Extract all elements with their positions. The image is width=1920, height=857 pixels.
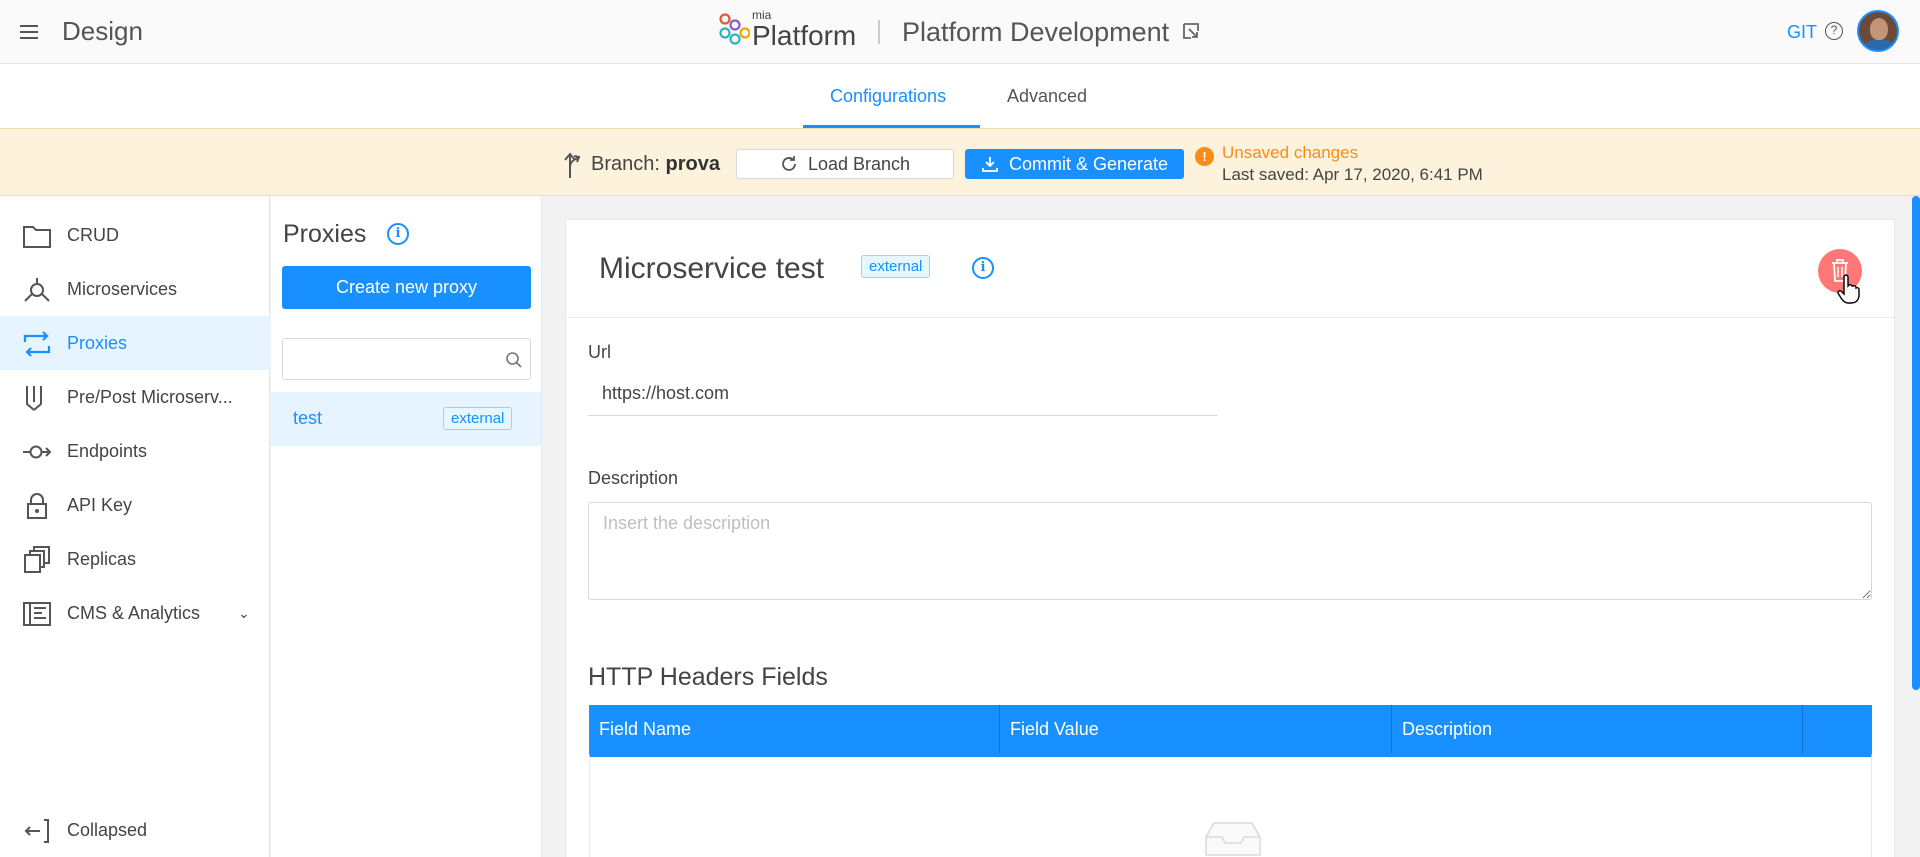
collapse-icon <box>24 819 49 843</box>
branch-label: Branch: prova <box>591 153 720 176</box>
sidebar-item-label: Pre/Post Microserv... <box>67 386 233 407</box>
branch-icon <box>564 152 581 178</box>
warning-icon: ! <box>1195 147 1214 166</box>
logo-text: Platform <box>752 20 857 51</box>
proxy-list-item[interactable]: test external <box>271 392 541 446</box>
column-description: Description <box>1392 705 1803 753</box>
hamburger-menu-icon[interactable] <box>20 20 40 44</box>
commit-generate-label: Commit & Generate <box>1008 153 1169 174</box>
sidebar-item-cms-analytics[interactable]: CMS & Analytics ⌄ <box>0 586 270 640</box>
sidebar: CRUD Microservices Proxies Pre/Post Micr… <box>0 196 270 857</box>
git-link[interactable]: GIT <box>1787 22 1817 43</box>
proxies-panel: Proxies i Create new proxy test external <box>271 196 542 857</box>
tab-configurations[interactable]: Configurations <box>830 86 946 107</box>
replicas-icon <box>24 546 50 573</box>
page-scrollbar[interactable] <box>1912 196 1920 690</box>
proxy-detail-tag: external <box>861 255 931 278</box>
proxies-title: Proxies <box>283 220 367 248</box>
tab-advanced[interactable]: Advanced <box>1007 86 1087 107</box>
avatar[interactable] <box>1857 10 1899 52</box>
branch-prefix: Branch: <box>591 153 660 175</box>
folder-icon <box>23 226 51 248</box>
hand-cursor-icon <box>1837 274 1860 304</box>
info-icon[interactable]: i <box>387 223 409 245</box>
sidebar-item-label: Microservices <box>67 278 178 299</box>
sidebar-item-pre-post[interactable]: Pre/Post Microserv... <box>0 370 270 424</box>
column-field-name: Field Name <box>589 705 1000 753</box>
empty-inbox-icon <box>1205 822 1261 856</box>
load-branch-label: Load Branch <box>807 153 911 174</box>
logo-hexagons-icon <box>719 13 750 45</box>
commit-generate-button[interactable]: Commit & Generate <box>965 149 1184 179</box>
sidebar-item-label: Proxies <box>67 332 128 353</box>
sidebar-item-proxies[interactable]: Proxies <box>0 316 270 370</box>
sidebar-item-label: CRUD <box>67 224 119 245</box>
http-headers-title: HTTP Headers Fields <box>588 663 828 691</box>
mia-platform-logo[interactable]: mia Platform <box>718 8 858 56</box>
refresh-icon <box>782 156 796 171</box>
description-label: Description <box>588 468 679 488</box>
project-title: Platform Development <box>902 17 1170 47</box>
collapse-sidebar-button[interactable]: Collapsed <box>0 803 270 857</box>
proxies-icon <box>23 331 51 357</box>
branch-bar: Branch: prova Load Branch Commit & Gener… <box>0 128 1920 196</box>
open-project-icon[interactable] <box>1182 22 1200 40</box>
sidebar-item-crud[interactable]: CRUD <box>0 208 270 262</box>
column-field-value: Field Value <box>1000 705 1392 753</box>
header-divider <box>878 20 880 44</box>
description-field[interactable] <box>588 502 1872 600</box>
proxy-type-tag: external <box>443 407 513 430</box>
cms-icon <box>23 602 51 626</box>
sidebar-item-label: Replicas <box>67 548 137 569</box>
unsaved-changes-text: Unsaved changes <box>1222 143 1359 162</box>
proxy-detail-title: Microservice test <box>599 252 825 285</box>
url-field[interactable] <box>588 372 1218 416</box>
chevron-down-icon[interactable]: ⌄ <box>238 605 250 622</box>
url-label: Url <box>588 342 611 362</box>
microservices-icon <box>24 278 50 302</box>
download-icon <box>982 157 998 172</box>
pre-post-icon <box>26 386 42 411</box>
section-title: Design <box>62 16 143 46</box>
sidebar-item-label: Endpoints <box>67 440 148 461</box>
branch-name: prova <box>665 153 720 175</box>
info-icon[interactable]: i <box>972 257 994 279</box>
proxy-name: test <box>293 408 323 428</box>
help-icon[interactable]: ? <box>1825 22 1843 40</box>
column-actions <box>1803 705 1872 753</box>
headers-table-body <box>589 753 1872 857</box>
sidebar-item-label: CMS & Analytics <box>67 602 201 623</box>
sidebar-item-api-key[interactable]: API Key <box>0 478 270 532</box>
sidebar-item-label: API Key <box>67 494 133 515</box>
lock-icon <box>27 493 47 519</box>
headers-table-header: Field Name Field Value Description <box>589 705 1872 753</box>
proxy-search-box <box>282 338 531 380</box>
last-saved-text: Last saved: Apr 17, 2020, 6:41 PM <box>1222 165 1483 184</box>
collapse-label: Collapsed <box>67 819 148 840</box>
top-bar: Design mia Platform Platform Development… <box>0 0 1920 64</box>
proxy-search-input[interactable] <box>291 347 491 371</box>
search-icon[interactable] <box>505 351 523 369</box>
endpoints-icon <box>23 445 52 459</box>
sidebar-item-microservices[interactable]: Microservices <box>0 262 270 316</box>
create-new-proxy-button[interactable]: Create new proxy <box>282 266 531 309</box>
sidebar-item-endpoints[interactable]: Endpoints <box>0 424 270 478</box>
proxy-detail-card: Microservice test external i Url Descrip… <box>565 219 1895 857</box>
card-header: Microservice test external i <box>566 220 1894 318</box>
load-branch-button[interactable]: Load Branch <box>736 149 954 179</box>
sidebar-item-replicas[interactable]: Replicas <box>0 532 270 586</box>
tabs-bar: Configurations Advanced <box>0 64 1920 128</box>
